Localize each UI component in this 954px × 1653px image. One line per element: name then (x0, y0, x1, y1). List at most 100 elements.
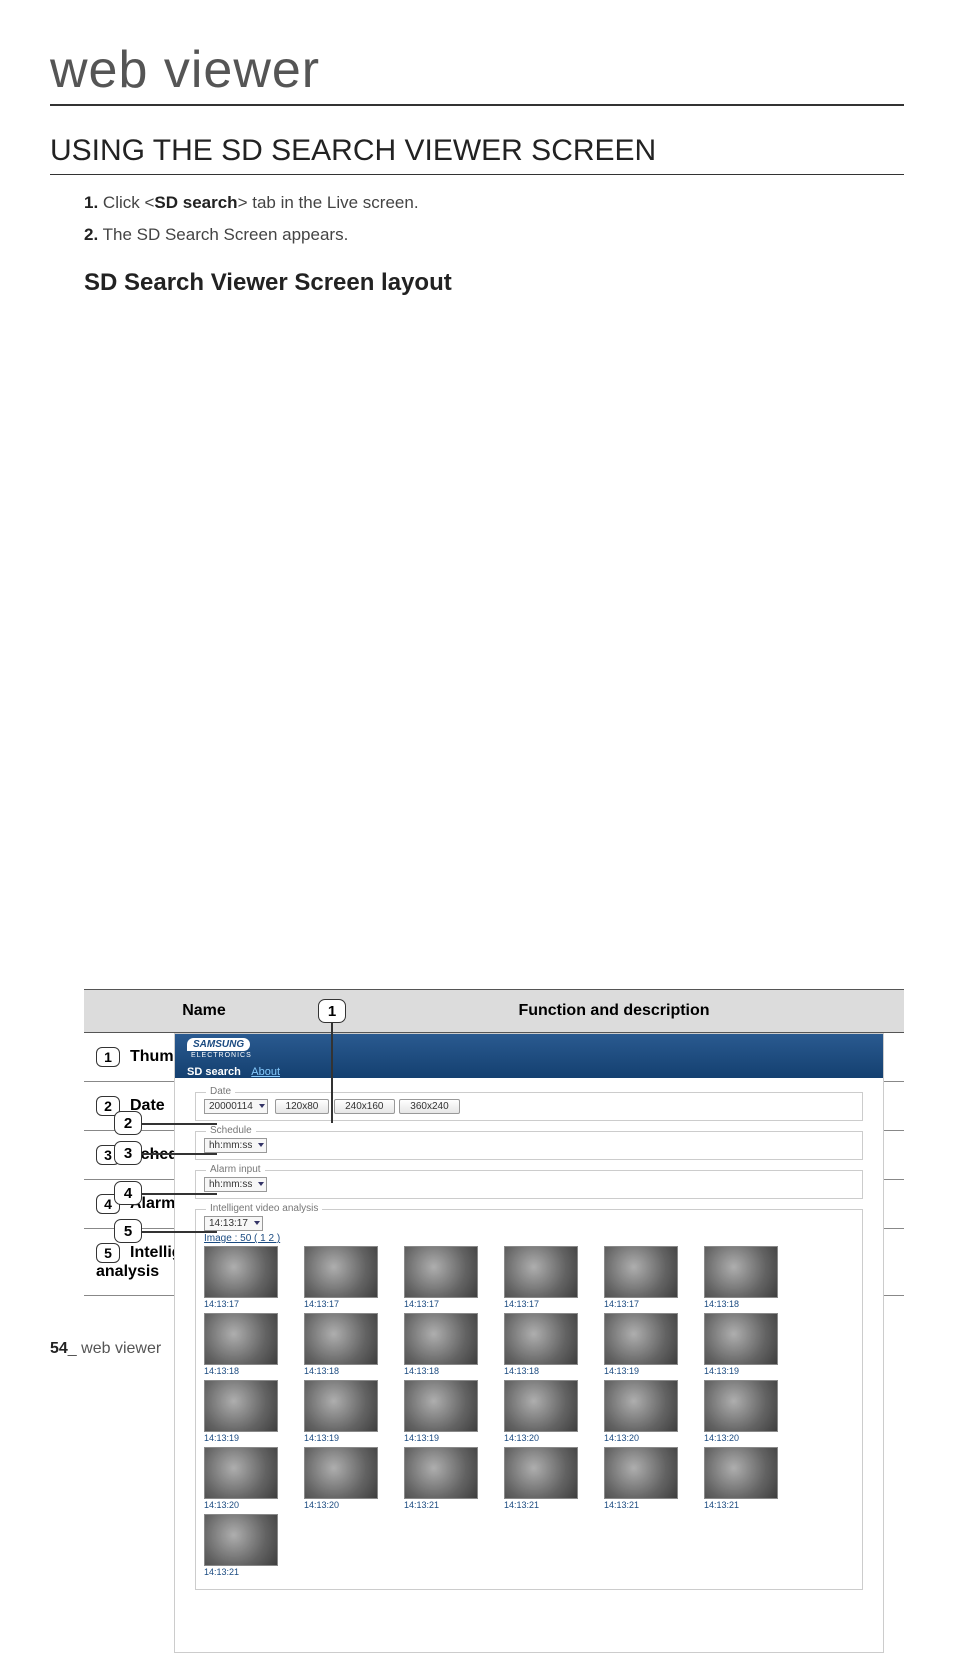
page-footer: 54_ web viewer (50, 1340, 161, 1358)
header-tabs: SD search About (187, 1066, 288, 1078)
date-select[interactable]: 20000114 (204, 1099, 268, 1114)
screenshot-layout: 1 2 3 4 5 SAMSUNG ELECTRONICS SD search … (84, 989, 904, 1296)
thumbnail-item[interactable]: 14:13:18 (704, 1246, 778, 1309)
thumbnail-row: 14:13:20 14:13:20 14:13:21 14:13:21 14:13:21… (204, 1447, 854, 1510)
thumbnail-item[interactable]: 14:13:18 (504, 1313, 578, 1376)
thumbnail-item[interactable]: 14:13:17 (404, 1246, 478, 1309)
footer-label: web viewer (77, 1340, 161, 1357)
row-number-badge: 1 (96, 1047, 120, 1067)
thumbnail-image (404, 1246, 478, 1298)
thumbnail-timestamp: 14:13:19 (304, 1433, 378, 1443)
iva-select[interactable]: 14:13:17 (204, 1216, 263, 1231)
alarm-legend: Alarm input (206, 1164, 265, 1175)
thumbnail-image (404, 1313, 478, 1365)
thumbnail-item[interactable]: 14:13:18 (204, 1313, 278, 1376)
thumbnail-item[interactable]: 14:13:21 (204, 1514, 278, 1577)
step-bold: SD search (154, 193, 237, 212)
thumbnail-image (604, 1313, 678, 1365)
thumbnail-timestamp: 14:13:19 (204, 1433, 278, 1443)
step-number: 2. (84, 225, 98, 244)
alarm-select[interactable]: hh:mm:ss (204, 1177, 267, 1192)
thumbnail-item[interactable]: 14:13:17 (604, 1246, 678, 1309)
thumbnail-item[interactable]: 14:13:19 (604, 1313, 678, 1376)
size-button-240x160[interactable]: 240x160 (334, 1099, 394, 1114)
thumbnail-image (204, 1246, 278, 1298)
callout-3: 3 (114, 1141, 142, 1165)
schedule-fieldset: Schedule hh:mm:ss (195, 1131, 863, 1160)
footer-sep: _ (68, 1340, 77, 1357)
page-number: 54 (50, 1340, 68, 1357)
size-button-360x240[interactable]: 360x240 (399, 1099, 459, 1114)
leader-line (142, 1231, 217, 1233)
leader-line (142, 1153, 217, 1155)
callout-1: 1 (318, 999, 346, 1023)
date-legend: Date (206, 1086, 235, 1097)
thumbnail-image (304, 1246, 378, 1298)
thumbnail-item[interactable]: 14:13:17 (304, 1246, 378, 1309)
thumbnail-item[interactable]: 14:13:20 (604, 1380, 678, 1443)
tab-sd-search[interactable]: SD search (187, 1066, 241, 1078)
page-title: web viewer (50, 40, 904, 106)
thumbnail-item[interactable]: 14:13:21 (504, 1447, 578, 1510)
thumbnail-timestamp: 14:13:18 (504, 1366, 578, 1376)
schedule-select[interactable]: hh:mm:ss (204, 1138, 267, 1153)
step-text-pre: Click < (103, 193, 154, 212)
step-text-pre: The SD Search Screen appears. (103, 225, 349, 244)
thumbnail-timestamp: 14:13:17 (404, 1299, 478, 1309)
thumbnail-item[interactable]: 14:13:20 (304, 1447, 378, 1510)
thumbnail-timestamp: 14:13:18 (304, 1366, 378, 1376)
thumbnail-timestamp: 14:13:20 (604, 1433, 678, 1443)
section-heading: USING THE SD SEARCH VIEWER SCREEN (50, 134, 904, 175)
leader-line (142, 1123, 217, 1125)
leader-line (142, 1193, 217, 1195)
thumbnail-timestamp: 14:13:17 (604, 1299, 678, 1309)
thumbnail-image (604, 1246, 678, 1298)
thumbnail-item[interactable]: 14:13:20 (504, 1380, 578, 1443)
thumbnail-item[interactable]: 14:13:17 (504, 1246, 578, 1309)
thumbnail-row: 14:13:21 (204, 1514, 854, 1577)
sub-heading: SD Search Viewer Screen layout (84, 269, 904, 297)
image-count-label: Image : 50 ( 1 2 ) (204, 1233, 854, 1244)
col-header-name: Name (84, 990, 324, 1033)
thumbnail-image (504, 1447, 578, 1499)
thumbnail-item[interactable]: 14:13:19 (704, 1313, 778, 1376)
thumbnail-item[interactable]: 14:13:21 (604, 1447, 678, 1510)
schedule-legend: Schedule (206, 1125, 256, 1136)
thumbnail-item[interactable]: 14:13:18 (304, 1313, 378, 1376)
thumbnail-timestamp: 14:13:21 (704, 1500, 778, 1510)
thumbnail-item[interactable]: 14:13:18 (404, 1313, 478, 1376)
thumbnail-item[interactable]: 14:13:19 (204, 1380, 278, 1443)
thumbnail-item[interactable]: 14:13:17 (204, 1246, 278, 1309)
thumbnail-timestamp: 14:13:19 (404, 1433, 478, 1443)
thumbnail-item[interactable]: 14:13:19 (404, 1380, 478, 1443)
thumbnail-image (204, 1447, 278, 1499)
thumbnail-timestamp: 14:13:19 (704, 1366, 778, 1376)
thumbnail-timestamp: 14:13:17 (304, 1299, 378, 1309)
callout-5: 5 (114, 1219, 142, 1243)
size-button-120x80[interactable]: 120x80 (275, 1099, 330, 1114)
tab-about[interactable]: About (251, 1066, 280, 1078)
steps-list: 1. Click <SD search> tab in the Live scr… (84, 193, 904, 245)
callout-4: 4 (114, 1181, 142, 1205)
thumbnail-timestamp: 14:13:20 (304, 1500, 378, 1510)
thumbnail-timestamp: 14:13:21 (204, 1567, 278, 1577)
step-2: 2. The SD Search Screen appears. (84, 225, 904, 245)
thumbnail-image (304, 1447, 378, 1499)
thumbnail-timestamp: 14:13:20 (704, 1433, 778, 1443)
step-1: 1. Click <SD search> tab in the Live scr… (84, 193, 904, 213)
thumbnail-image (204, 1514, 278, 1566)
thumbnail-item[interactable]: 14:13:20 (204, 1447, 278, 1510)
thumbnail-image (704, 1313, 778, 1365)
thumbnail-item[interactable]: 14:13:20 (704, 1380, 778, 1443)
thumbnail-timestamp: 14:13:19 (604, 1366, 678, 1376)
brand-subtext: ELECTRONICS (191, 1052, 883, 1059)
thumbnail-grid: Image : 50 ( 1 2 ) 14:13:17 14:13:17 14:13… (204, 1233, 854, 1577)
iva-legend: Intelligent video analysis (206, 1203, 322, 1214)
thumbnail-item[interactable]: 14:13:21 (404, 1447, 478, 1510)
thumbnail-timestamp: 14:13:17 (204, 1299, 278, 1309)
thumbnail-timestamp: 14:13:17 (504, 1299, 578, 1309)
thumbnail-item[interactable]: 14:13:19 (304, 1380, 378, 1443)
thumbnail-item[interactable]: 14:13:21 (704, 1447, 778, 1510)
leader-line (331, 1023, 333, 1123)
thumbnail-timestamp: 14:13:21 (604, 1500, 678, 1510)
